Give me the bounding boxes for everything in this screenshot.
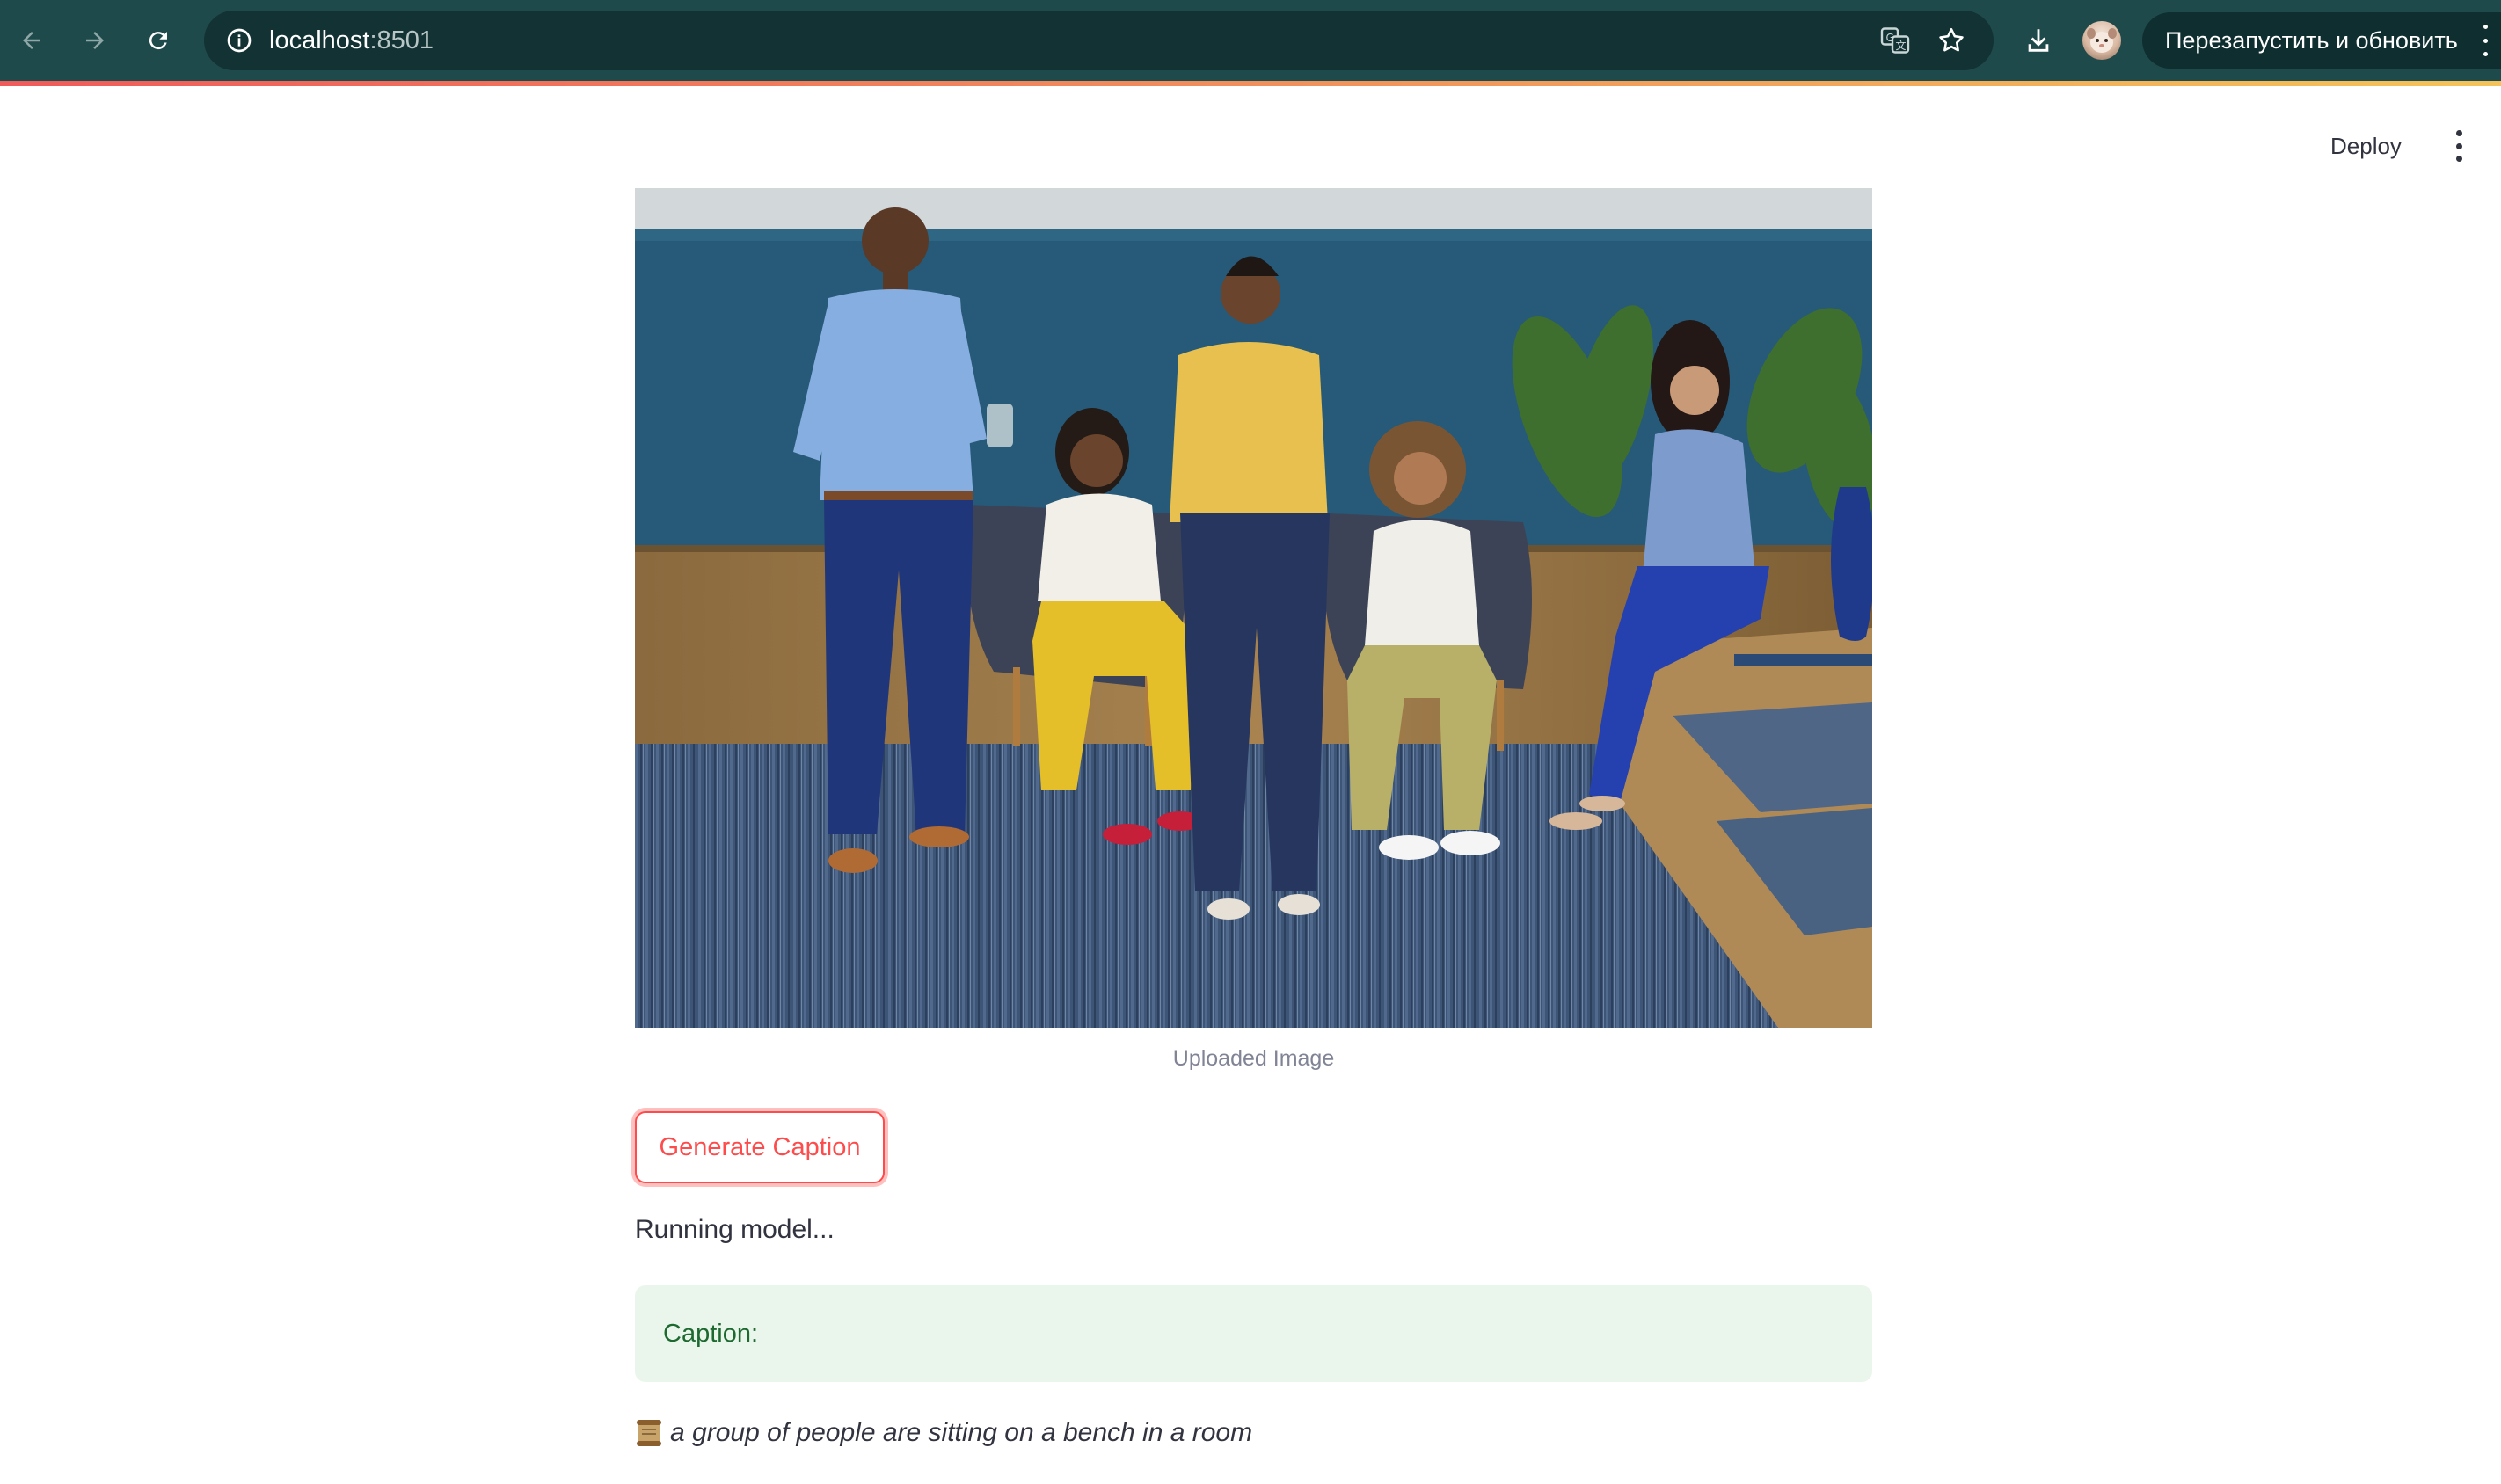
arrow-left-icon — [23, 32, 40, 49]
url-text: localhost:8501 — [269, 11, 434, 70]
download-icon[interactable] — [2016, 18, 2061, 63]
deploy-button[interactable]: Deploy — [2318, 123, 2414, 169]
status-text: Running model... — [635, 1215, 835, 1244]
avatar[interactable] — [2082, 21, 2121, 60]
loading-decoration-bar — [0, 81, 2501, 86]
address-bar[interactable]: localhost:8501 G文 — [204, 11, 1994, 70]
back-button[interactable] — [9, 18, 55, 63]
generated-caption: a group of people are sitting on a bench… — [635, 1414, 1252, 1452]
star-icon[interactable] — [1932, 21, 1971, 60]
arrow-right-icon — [86, 32, 104, 49]
success-label: Caption: — [663, 1320, 759, 1348]
scroll-icon — [635, 1418, 663, 1448]
url-host: localhost — [269, 26, 370, 55]
browser-toolbar: localhost:8501 G文 Перезапустить и обнови… — [0, 0, 2501, 81]
success-alert: Caption: — [635, 1285, 1872, 1382]
more-vertical-icon[interactable] — [2441, 127, 2476, 165]
url-port: :8501 — [369, 26, 434, 55]
reload-icon — [149, 32, 167, 50]
image-caption: Uploaded Image — [1172, 1046, 1335, 1071]
more-vertical-icon[interactable] — [2476, 25, 2494, 56]
generate-caption-button[interactable]: Generate Caption — [635, 1111, 885, 1183]
reload-button[interactable] — [135, 18, 181, 63]
relaunch-label: Перезапустить и обновить — [2165, 27, 2458, 54]
caption-text: a group of people are sitting on a bench… — [670, 1418, 1253, 1447]
translate-icon[interactable]: G文 — [1876, 21, 1914, 60]
forward-button[interactable] — [72, 18, 118, 63]
relaunch-update-button[interactable]: Перезапустить и обновить — [2142, 12, 2501, 69]
info-icon[interactable] — [222, 23, 257, 58]
svg-text:文: 文 — [1895, 39, 1906, 52]
uploaded-image — [635, 188, 1872, 1028]
